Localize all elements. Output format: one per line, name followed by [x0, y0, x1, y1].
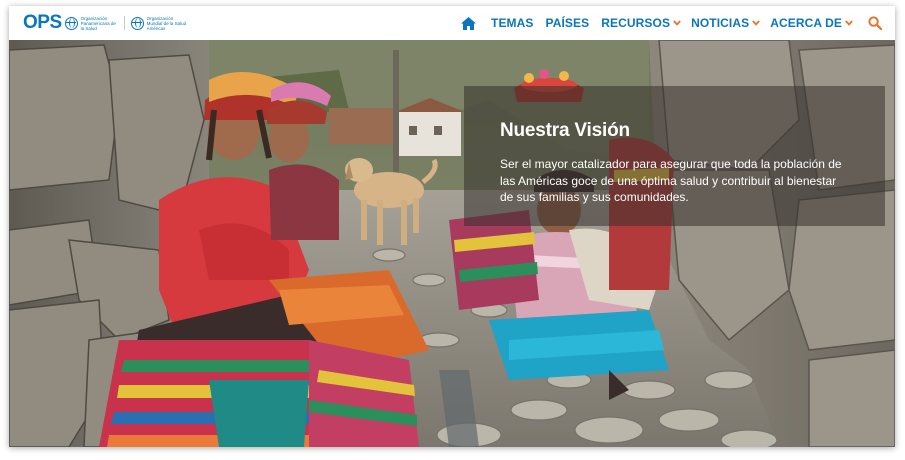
vision-title: Nuestra Visión [500, 120, 630, 141]
main-nav: TEMAS PAÍSES RECURSOS NOTICIAS ACERCA DE [460, 6, 883, 40]
nav-item-label: RECURSOS [601, 16, 671, 30]
vision-description: Ser el mayor catalizador para asegurar q… [500, 157, 842, 204]
logo-wordmark: OPS [23, 12, 62, 33]
nav-item-label: PAÍSES [545, 16, 590, 30]
ops-logo[interactable]: OPS Organización Panamericana de la Salu… [23, 6, 187, 40]
hero-banner: Nuestra Visión Ser el mayor catalizador … [9, 40, 895, 447]
logo-org-name: Organización Panamericana de la Salud [80, 15, 116, 31]
home-icon[interactable] [460, 15, 476, 31]
paho-globe-icon [64, 16, 78, 30]
nav-item-label: ACERCA DE [770, 16, 842, 30]
vision-overlay: Nuestra Visión Ser el mayor catalizador … [464, 86, 885, 226]
chevron-down-icon [752, 20, 761, 26]
nav-item-recursos[interactable]: RECURSOS [601, 16, 681, 30]
browser-frame: OPS Organización Panamericana de la Salu… [9, 6, 895, 447]
logo-who-name: Organización Mundial de la Salud América… [146, 15, 187, 31]
who-emblem-icon [130, 16, 144, 30]
nav-item-paises[interactable]: PAÍSES [546, 16, 590, 30]
nav-item-temas[interactable]: TEMAS [491, 16, 534, 30]
chevron-down-icon [673, 20, 681, 26]
search-icon[interactable] [867, 15, 883, 31]
site-header: OPS Organización Panamericana de la Salu… [9, 6, 895, 40]
nav-item-noticias[interactable]: NOTICIAS [691, 16, 761, 30]
chevron-down-icon [845, 20, 853, 26]
nav-item-acerca-de[interactable]: ACERCA DE [770, 16, 853, 30]
nav-item-label: TEMAS [491, 16, 534, 30]
nav-item-label: NOTICIAS [691, 16, 750, 30]
logo-divider [123, 16, 125, 30]
